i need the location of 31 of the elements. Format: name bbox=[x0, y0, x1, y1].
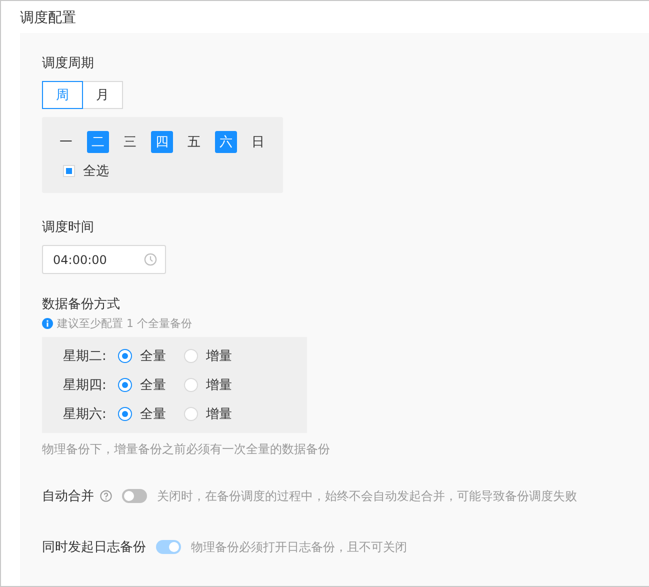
backup-radio[interactable]: 全量 bbox=[118, 347, 166, 365]
field-label: 调度时间 bbox=[42, 219, 94, 237]
backup-radio[interactable]: 增量 bbox=[184, 376, 232, 394]
info-icon bbox=[42, 318, 53, 329]
field-label: 调度周期 bbox=[42, 55, 94, 73]
backup-radio[interactable]: 全量 bbox=[118, 376, 166, 394]
day-label: 星期四: bbox=[63, 377, 108, 394]
backup-radio[interactable]: 全量 bbox=[118, 405, 166, 423]
section-title: 调度配置 bbox=[19, 9, 77, 28]
select-all-label: 全选 bbox=[83, 163, 109, 180]
cycle-tab[interactable]: 月 bbox=[82, 81, 123, 109]
note-text: 物理备份下，增量备份之前必须有一次全量的数据备份 bbox=[42, 441, 330, 458]
weekday-toggle[interactable]: 三 bbox=[119, 131, 141, 153]
time-field[interactable]: 04:00:00 bbox=[42, 245, 166, 274]
weekday-toggle[interactable]: 五 bbox=[183, 131, 205, 153]
select-all-checkbox[interactable] bbox=[63, 165, 75, 177]
switch-description: 物理备份必须打开日志备份，且不可关闭 bbox=[191, 538, 407, 556]
day-label: 星期二: bbox=[63, 348, 108, 365]
backup-radio[interactable]: 增量 bbox=[184, 347, 232, 365]
switch-label: 同时发起日志备份 bbox=[42, 539, 146, 556]
help-icon bbox=[100, 490, 112, 502]
day-label: 星期六: bbox=[63, 406, 108, 423]
backup-radio[interactable]: 增量 bbox=[184, 405, 232, 423]
field-label: 数据备份方式 bbox=[42, 296, 120, 314]
weekday-toggle[interactable]: 日 bbox=[247, 131, 269, 153]
hint-text: 建议至少配置 1 个全量备份 bbox=[57, 316, 192, 331]
weekday-toggle[interactable]: 一 bbox=[55, 131, 77, 153]
toggle-switch[interactable] bbox=[122, 489, 147, 503]
clock-icon bbox=[144, 253, 157, 266]
switch-label: 自动合并 bbox=[42, 488, 94, 505]
switch-description: 关闭时，在备份调度的过程中，始终不会自动发起合并，可能导致备份调度失败 bbox=[157, 488, 577, 504]
